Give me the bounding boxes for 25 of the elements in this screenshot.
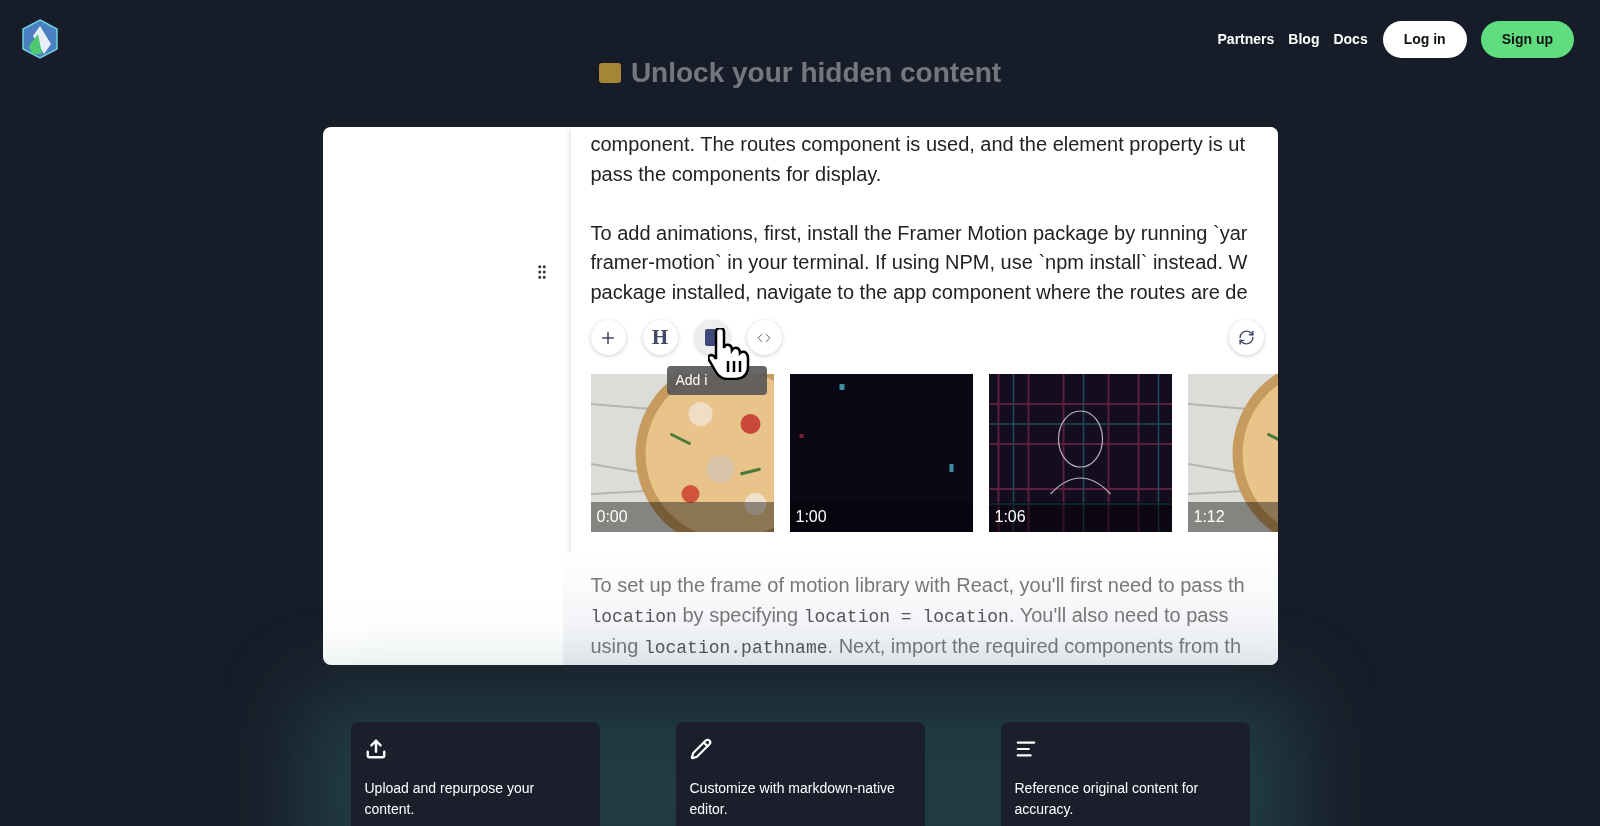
nav-link[interactable]: Blog — [1288, 28, 1320, 50]
heading-button[interactable]: H — [642, 320, 678, 355]
video-thumbnail[interactable]: 1:12 — [1187, 374, 1278, 532]
video-thumbnail[interactable]: 1:00 — [789, 374, 973, 532]
feature-text: Upload and repurpose your content. — [364, 779, 536, 819]
video-thumbnail[interactable]: 1:06 — [988, 374, 1172, 532]
text-line: To add animations, first, install the Framer Motion package by running `yar — [590, 220, 1249, 246]
feature-text: Customize with markdown-native editor. — [689, 779, 896, 819]
text-line: pass the components for display. — [590, 161, 883, 187]
text-line: package installed, navigate to the app component where the routes are de — [590, 279, 1249, 305]
text-line: component. The routes component is used, and the element property is ut — [590, 132, 1246, 157]
page-heading: Unlock your hidden content — [630, 56, 1002, 90]
text-line: location by specifying location = location. You'll also need to pass — [590, 602, 1230, 629]
signup-button[interactable]: Sign up — [1480, 20, 1574, 58]
nav-link[interactable]: Partners — [1217, 28, 1275, 50]
video-duration: 1:06 — [994, 507, 1026, 527]
video-duration: 1:00 — [795, 507, 827, 527]
text-line: using location.pathname. Next, import the required components from th — [590, 634, 1243, 660]
feature-text: Reference original content for accuracy. — [1014, 779, 1200, 819]
text-line: framer-motion` in your terminal. If using NPM, use `npm install` instead. W — [590, 250, 1249, 275]
login-button[interactable]: Log in — [1382, 20, 1467, 58]
text-line: To set up the frame of motion library with React, you'll first need to pass th — [590, 573, 1246, 598]
nav-link[interactable]: Docs — [1333, 28, 1368, 50]
video-duration: 1:12 — [1193, 507, 1225, 527]
video-duration: 0:00 — [596, 507, 628, 527]
